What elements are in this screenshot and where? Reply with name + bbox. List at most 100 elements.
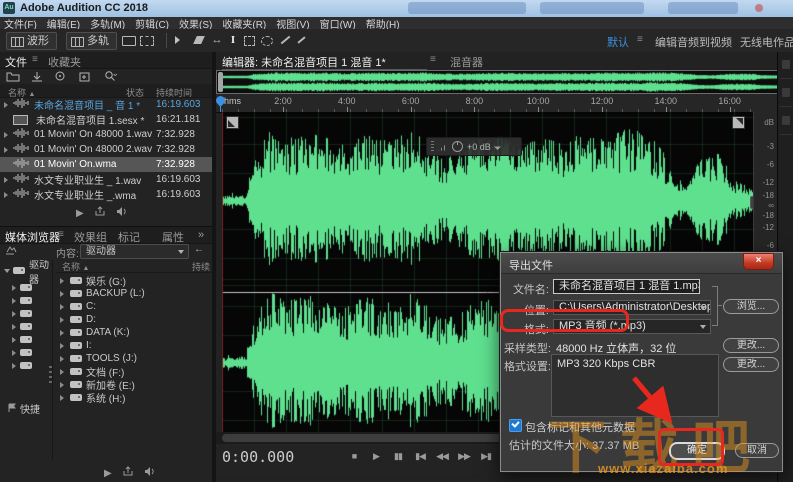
expand-chevron-icon[interactable]	[4, 132, 8, 138]
files-panel-menu-icon[interactable]: ≡	[32, 54, 38, 65]
play-button[interactable]: ▶	[366, 451, 386, 462]
workspace-default[interactable]: 默认	[607, 34, 629, 50]
expand-chevron-icon[interactable]	[60, 395, 64, 401]
zoom-corner-handle-left[interactable]	[226, 116, 239, 129]
expand-chevron-icon[interactable]	[60, 356, 64, 362]
drive-row[interactable]: C:	[56, 300, 212, 313]
fast-forward-button[interactable]: ▶▶	[454, 451, 474, 462]
expand-chevron-icon[interactable]	[60, 304, 64, 310]
multitrack-view-button[interactable]: 多轨	[66, 32, 117, 50]
collapsed-tab[interactable]	[782, 88, 790, 97]
drive-row[interactable]: TOOLS (J:)	[56, 352, 212, 365]
tree-node[interactable]	[0, 294, 36, 307]
location-dropdown[interactable]: C:\Users\Administrator\Desktop\ 音频	[553, 300, 711, 315]
monitor-alt-icon[interactable]	[140, 34, 154, 47]
tree-node[interactable]	[0, 281, 36, 294]
drive-row[interactable]: D:	[56, 313, 212, 326]
spot-healing-tool-icon[interactable]	[294, 34, 308, 47]
change-format-settings-button[interactable]: 更改...	[723, 357, 779, 372]
hud-expand-icon[interactable]	[494, 143, 501, 150]
move-tool-icon[interactable]	[172, 34, 186, 47]
timeline-ruler[interactable]: hms 2:004:006:008:0010:0012:0014:0016:00	[216, 94, 777, 113]
tree-node[interactable]	[0, 333, 36, 346]
collapsed-tab[interactable]	[782, 116, 790, 125]
waveform-view-button[interactable]: 波形	[6, 32, 57, 50]
column-name[interactable]: 名称 ▲	[62, 260, 89, 273]
hud-volume-knob[interactable]	[452, 141, 463, 152]
file-row[interactable]: 水文专业职业生 _ 1.wav 16:19.603	[0, 172, 212, 187]
tab-mixer[interactable]: 混音器	[450, 54, 483, 70]
expand-chevron-icon[interactable]	[60, 317, 64, 323]
expand-chevron-icon[interactable]	[4, 177, 8, 183]
close-icon[interactable]: ×	[743, 253, 774, 270]
play-icon[interactable]: ▶	[76, 208, 84, 219]
workspace-radio[interactable]: 无线电作品	[740, 34, 793, 50]
stop-button[interactable]: ■	[344, 451, 364, 461]
new-item-icon[interactable]	[78, 69, 96, 82]
slip-tool-icon[interactable]: ↔	[210, 34, 224, 47]
expand-chevron-icon[interactable]	[60, 291, 64, 297]
media-panel-menu-icon[interactable]: ≡	[58, 229, 64, 240]
metadata-checkbox[interactable]	[509, 419, 522, 432]
file-row[interactable]: 水文专业职业生 _.wma 16:19.603	[0, 187, 212, 202]
loop-icon[interactable]	[94, 204, 106, 222]
expand-chevron-icon[interactable]	[60, 278, 64, 284]
change-sample-type-button[interactable]: 更改...	[723, 338, 779, 353]
expand-chevron-icon[interactable]	[60, 369, 64, 375]
drive-row[interactable]: BACKUP (L:)	[56, 287, 212, 300]
lasso-selection-tool-icon[interactable]	[260, 34, 274, 47]
file-row[interactable]: 01 Movin' On.wma 7:32.928	[0, 157, 212, 172]
tree-node[interactable]	[0, 307, 36, 320]
tree-node[interactable]	[0, 320, 36, 333]
expand-chevron-icon[interactable]	[60, 382, 64, 388]
chevron-down-icon[interactable]	[4, 269, 10, 273]
drive-row[interactable]: 新加卷 (E:)	[56, 378, 212, 391]
search-icon[interactable]	[104, 69, 122, 82]
drive-row[interactable]: I:	[56, 339, 212, 352]
extract-audio-icon[interactable]	[54, 69, 72, 82]
content-dropdown[interactable]: 驱动器	[80, 244, 189, 259]
drive-row[interactable]: 娱乐 (G:)	[56, 274, 212, 287]
time-selection-tool-icon[interactable]: I	[226, 34, 240, 47]
loop-icon[interactable]	[122, 464, 134, 482]
browse-button[interactable]: 浏览...	[723, 299, 779, 314]
pause-button[interactable]: ▮▮	[388, 451, 408, 462]
expand-chevron-icon[interactable]	[60, 343, 64, 349]
tree-node[interactable]	[0, 359, 36, 372]
brush-selection-tool-icon[interactable]	[278, 34, 292, 47]
file-row[interactable]: 未命名混音项目 1.sesx * 16:21.181	[0, 112, 212, 127]
volume-hud[interactable]: +0 dB	[426, 137, 522, 156]
drive-row[interactable]: DATA (K:)	[56, 326, 212, 339]
ok-button[interactable]: 确定	[669, 442, 725, 460]
tab-editor[interactable]: 编辑器: 未命名混音项目 1 混音 1*	[222, 54, 386, 70]
filename-field[interactable]: 未命名混音项目 1 混音 1.mp3	[553, 279, 700, 294]
skip-back-button[interactable]: ▮◀	[410, 451, 430, 462]
file-row[interactable]: 01 Movin' On 48000 2.wav 7:32.928	[0, 142, 212, 157]
tree-splitter-handle[interactable]	[49, 366, 52, 384]
format-dropdown[interactable]: MP3 音频 (*.mp3)	[553, 319, 711, 334]
rewind-button[interactable]: ◀◀	[432, 451, 452, 462]
marquee-selection-tool-icon[interactable]	[242, 34, 256, 47]
expand-chevron-icon[interactable]	[60, 330, 64, 336]
file-row[interactable]: 未命名混音项目 _ 音 1 * 16:19.603	[0, 97, 212, 112]
expand-chevron-icon[interactable]	[4, 192, 8, 198]
play-icon[interactable]: ▶	[104, 468, 112, 479]
more-tabs-icon[interactable]: »	[198, 229, 204, 241]
expand-chevron-icon[interactable]	[4, 147, 8, 153]
autoplay-icon[interactable]	[116, 204, 128, 222]
hud-gain-value[interactable]: +0 dB	[467, 142, 491, 152]
media-import-icon[interactable]	[5, 245, 18, 259]
workspace-edit-av[interactable]: 编辑音频到视频	[655, 34, 732, 50]
razor-tool-icon[interactable]	[192, 34, 206, 47]
expand-chevron-icon[interactable]	[4, 102, 8, 108]
hud-grip-icon[interactable]	[431, 141, 434, 152]
tree-root-drives[interactable]: 驱动器	[0, 264, 52, 277]
file-row[interactable]: 01 Movin' On 48000 1.wav 7:32.928	[0, 127, 212, 142]
overview-left-handle[interactable]	[218, 72, 223, 92]
autoplay-icon[interactable]	[144, 464, 156, 482]
skip-forward-button[interactable]: ▶▮	[476, 451, 496, 462]
drive-row[interactable]: 系统 (H:)	[56, 391, 212, 404]
cancel-button[interactable]: 取消	[735, 443, 779, 458]
overview-strip[interactable]	[216, 70, 789, 94]
column-duration[interactable]: 持续	[192, 260, 210, 273]
